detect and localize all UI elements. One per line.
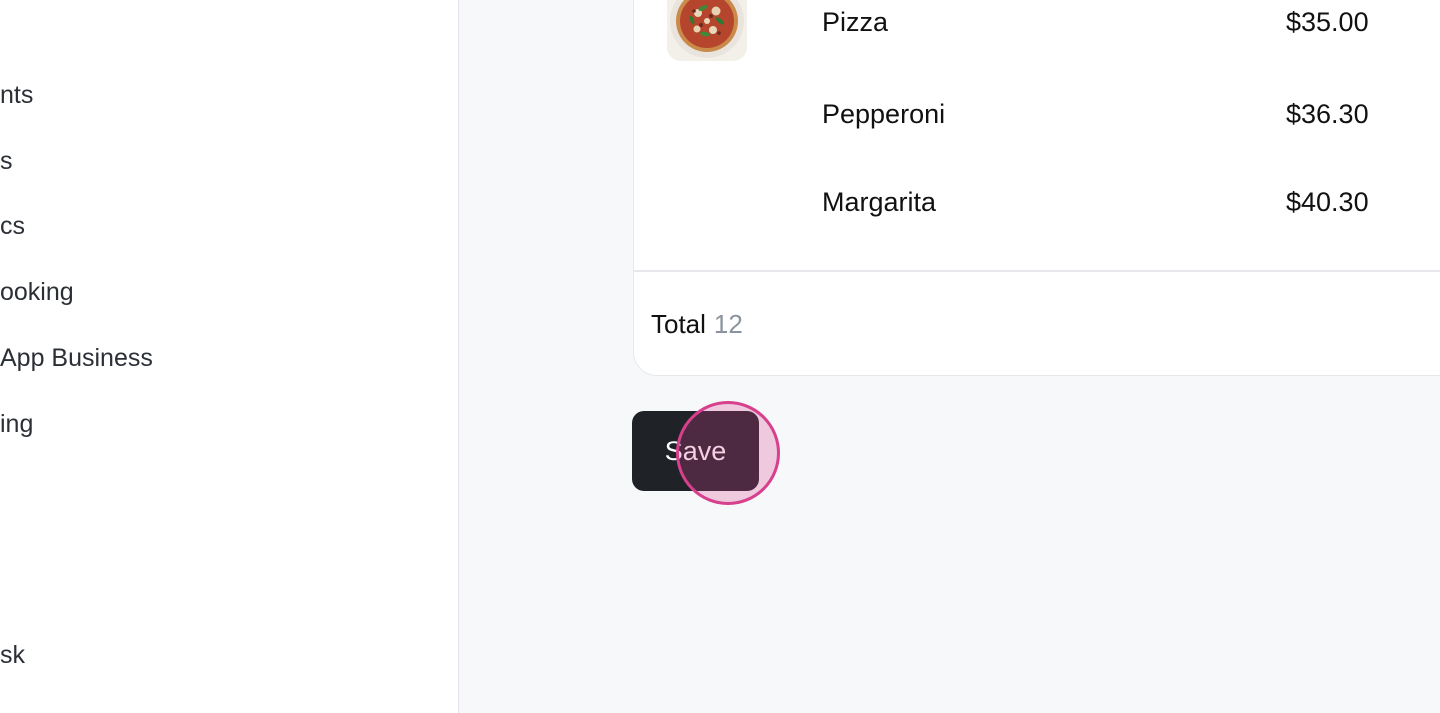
order-item-row: Pizza $35.00 bbox=[634, 2, 1440, 42]
sidebar: nts s cs ooking App Business ing sk bbox=[0, 0, 459, 713]
sidebar-item-7[interactable]: sk bbox=[0, 638, 25, 672]
item-price: $35.00 bbox=[1286, 7, 1369, 37]
sidebar-item-1[interactable]: nts bbox=[0, 78, 33, 112]
item-price: $36.30 bbox=[1286, 99, 1369, 129]
item-name: Pizza bbox=[822, 7, 889, 37]
sidebar-item-2[interactable]: s bbox=[0, 144, 13, 178]
app-window: nts s cs ooking App Business ing sk Pizz… bbox=[0, 0, 1440, 713]
sidebar-item-3[interactable]: cs bbox=[0, 209, 25, 243]
total-count: 12 bbox=[713, 309, 743, 339]
total-label: Total bbox=[651, 309, 706, 339]
order-item-row: Margarita $40.30 bbox=[634, 182, 1440, 222]
order-items-card: Pizza $35.00 Pepperoni $36.30 Margarita … bbox=[633, 0, 1440, 376]
sidebar-item-4[interactable]: ooking bbox=[0, 275, 74, 309]
sidebar-item-label: cs bbox=[0, 212, 25, 240]
sidebar-item-5[interactable]: App Business bbox=[0, 341, 153, 375]
sidebar-item-6[interactable]: ing bbox=[0, 407, 33, 441]
item-name: Pepperoni bbox=[822, 99, 946, 129]
sidebar-item-label: sk bbox=[0, 641, 25, 669]
sidebar-item-label: App Business bbox=[0, 344, 153, 372]
sidebar-item-label: ooking bbox=[0, 278, 74, 306]
item-name: Margarita bbox=[822, 187, 937, 217]
sidebar-item-label: nts bbox=[0, 81, 34, 109]
sidebar-item-label: s bbox=[0, 147, 13, 175]
order-item-row: Pepperoni $36.30 bbox=[634, 94, 1440, 134]
item-price: $40.30 bbox=[1286, 187, 1369, 217]
card-divider bbox=[634, 270, 1440, 272]
main-content: Pizza $35.00 Pepperoni $36.30 Margarita … bbox=[460, 0, 1440, 713]
sidebar-item-label: ing bbox=[0, 410, 34, 438]
save-button[interactable]: Save bbox=[632, 411, 759, 491]
total-row: Total 12 bbox=[651, 304, 743, 344]
